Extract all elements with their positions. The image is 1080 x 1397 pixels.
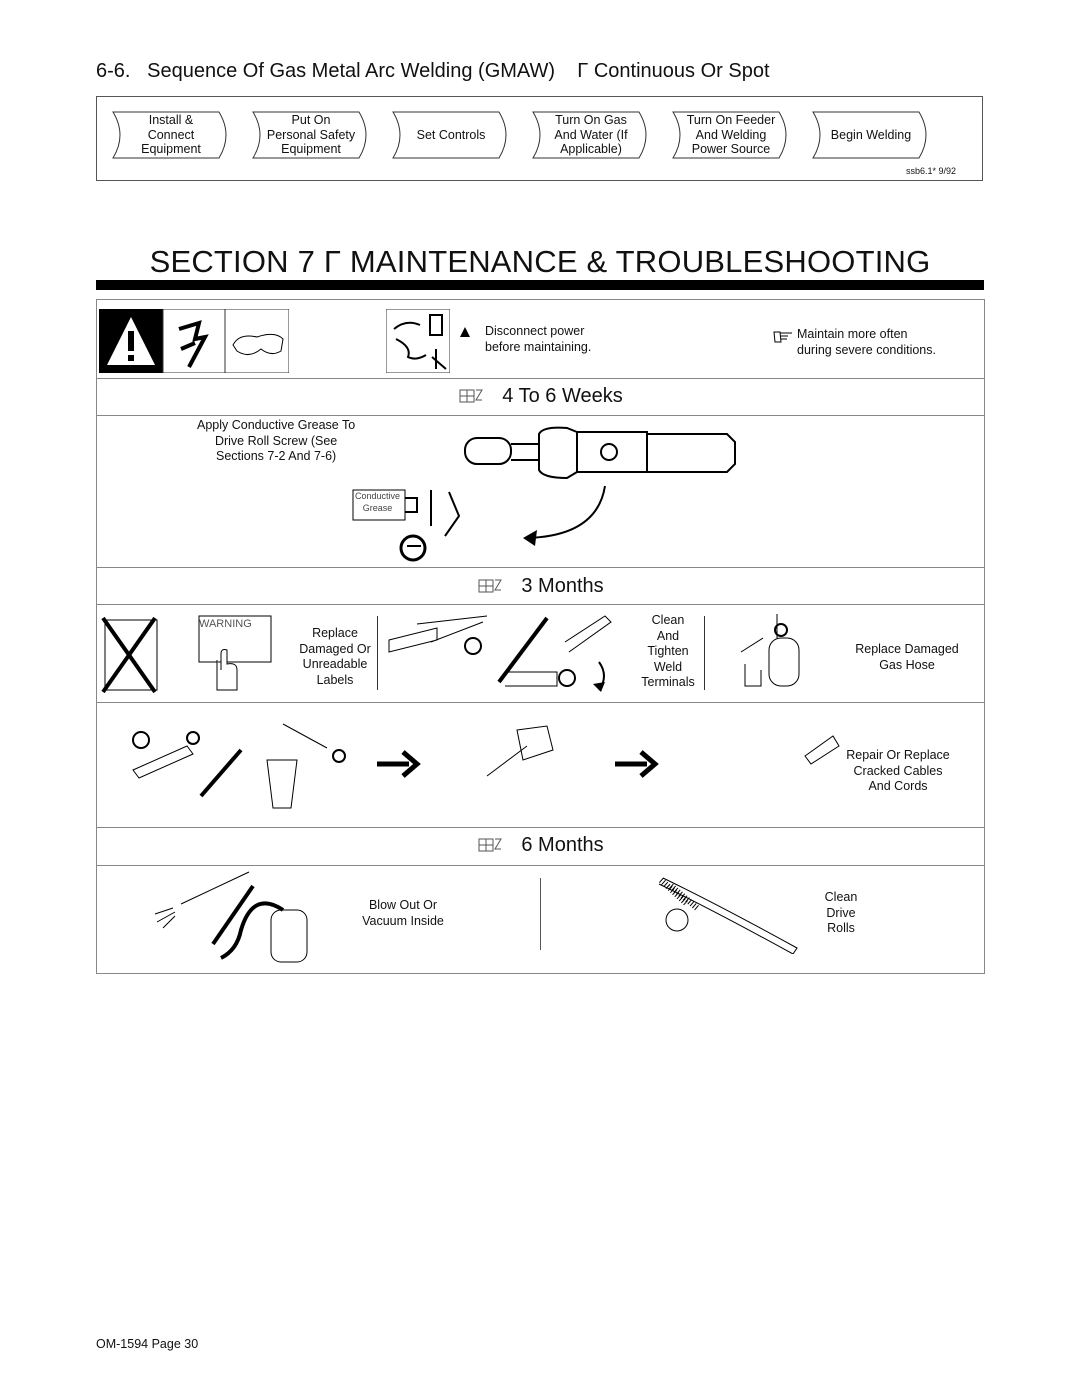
clean-terminals-illustration (388, 615, 612, 692)
blow-out-text: Blow Out Or Vacuum Inside (362, 898, 444, 928)
period-heading-4-6-weeks: 4 To 6 Weeks (97, 385, 984, 408)
period-title: 6 Months (521, 834, 604, 856)
divider (97, 827, 984, 828)
sequence-step-1: Install & Connect Equipment (109, 111, 233, 159)
divider (97, 702, 984, 703)
period-heading-6-months: 6 Months (97, 834, 984, 857)
replace-gas-hose-text: Replace Damaged Gas Hose (855, 642, 959, 672)
step-label: Put On Personal Safety Equipment (266, 113, 356, 157)
cable-repair-illustration (132, 723, 840, 809)
pointing-hand-icon (773, 331, 792, 343)
sequence-step-4: Turn On Gas And Water (If Applicable) (529, 111, 653, 159)
step-label: Install & Connect Equipment (141, 113, 201, 157)
clean-terminals-text: Clean And Tighten Weld Terminals (641, 613, 695, 689)
step-label: Turn On Gas And Water (If Applicable) (554, 113, 628, 157)
safety-symbols (99, 309, 289, 373)
gmaw-sequence-box: Install & Connect Equipment Put On Perso… (96, 96, 983, 181)
clean-drive-rolls-illustration (658, 877, 798, 954)
grease-instruction-text: Apply Conductive Grease To Drive Roll Sc… (197, 418, 356, 463)
divider (97, 865, 984, 866)
sequence-step-2: Put On Personal Safety Equipment (249, 111, 373, 159)
page-footer: OM-1594 Page 30 (96, 1337, 199, 1351)
divider (97, 567, 984, 568)
calendar-icon (459, 389, 484, 403)
disconnect-power-icon (386, 309, 450, 373)
gas-hose-illustration (740, 614, 800, 687)
sequence-step-3: Set Controls (389, 111, 513, 159)
sequence-step-5: Turn On Feeder And Welding Power Source (669, 111, 793, 159)
grease-tube-label: Conductive Grease (355, 491, 401, 513)
period-title: 3 Months (521, 575, 604, 597)
step-label: Begin Welding (830, 127, 912, 142)
reference-code: ssb6.1* 9/92 (905, 166, 956, 176)
period-title: 4 To 6 Weeks (502, 385, 623, 407)
safety-glasses-icon (224, 309, 289, 373)
period-heading-3-months: 3 Months (97, 575, 984, 598)
maintenance-table: Disconnect power before maintaining. Mai… (96, 299, 985, 974)
sequence-step-6: Begin Welding (809, 111, 933, 159)
maintenance-note-text: Maintain more often during severe condit… (797, 327, 936, 357)
title-rule (96, 280, 984, 290)
clean-drive-rolls-text: Clean Drive Rolls (824, 890, 858, 935)
calendar-icon (478, 838, 503, 852)
step-label: Turn On Feeder And Welding Power Source (686, 113, 776, 157)
section-6-6-heading: 6-6. Sequence Of Gas Metal Arc Welding (… (96, 60, 770, 82)
divider (540, 878, 541, 950)
drive-roll-illustration (352, 426, 736, 562)
warning-label-text: WARNING (199, 618, 252, 630)
blow-out-vacuum-illustration (154, 871, 308, 963)
calendar-icon (478, 579, 503, 593)
repair-cables-text: Repair Or Replace Cracked Cables And Cor… (846, 748, 950, 793)
step-label: Set Controls (416, 127, 486, 142)
divider (704, 616, 705, 690)
replace-labels-text: Replace Damaged Or Unreadable Labels (299, 626, 371, 687)
divider (97, 378, 984, 379)
divider (97, 604, 984, 605)
warning-bullet-icon (460, 327, 470, 337)
divider (377, 616, 378, 690)
disconnect-warning-text: Disconnect power before maintaining. (485, 324, 592, 354)
section-7-title: SECTION 7 Γ MAINTENANCE & TROUBLESHOOTIN… (149, 244, 931, 279)
